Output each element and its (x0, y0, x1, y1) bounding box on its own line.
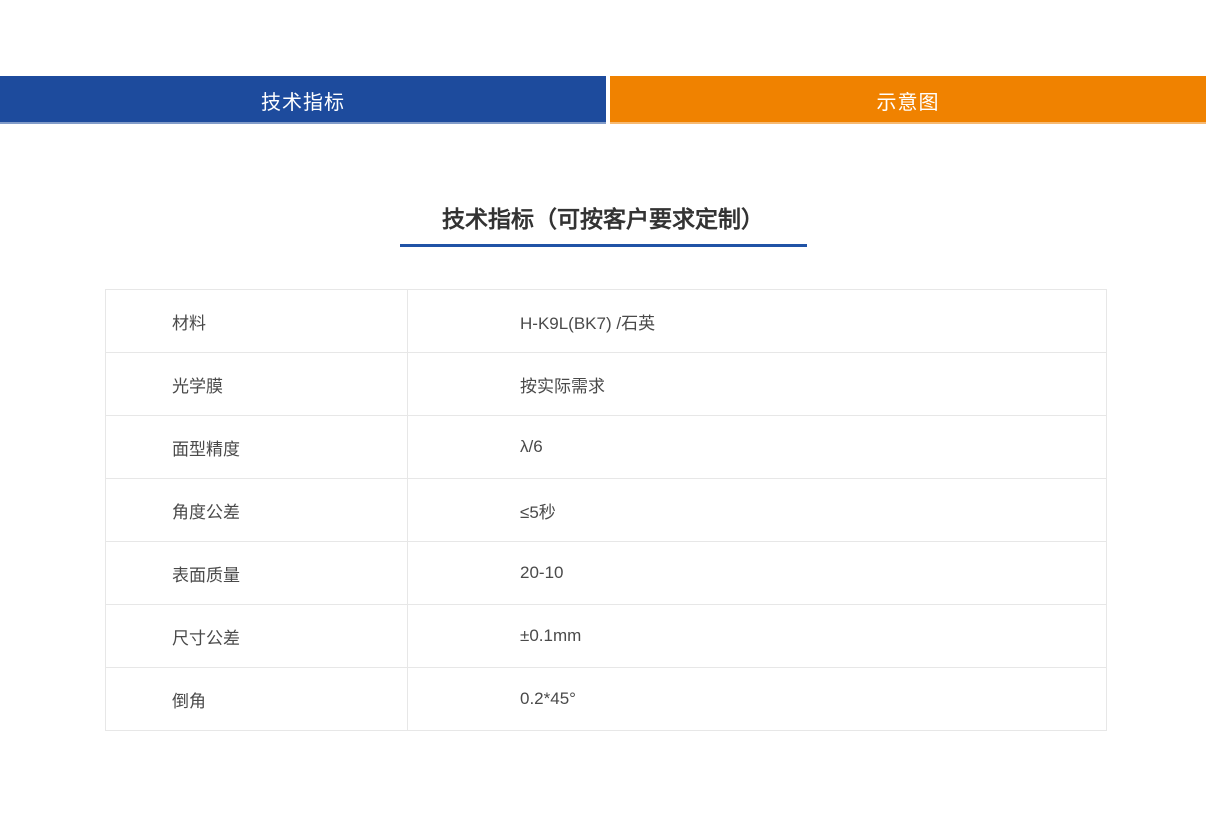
spec-value: 0.2*45° (408, 668, 1107, 731)
title-underline (400, 244, 807, 247)
table-row: 倒角 0.2*45° (106, 668, 1107, 731)
page: 技术指标 示意图 技术指标（可按客户要求定制） 材料 H-K9L(BK7) /石… (0, 0, 1206, 824)
tab-tech-specs[interactable]: 技术指标 (0, 76, 606, 124)
table-row: 面型精度 λ/6 (106, 416, 1107, 479)
spec-table: 材料 H-K9L(BK7) /石英 光学膜 按实际需求 面型精度 λ/6 角度公… (105, 289, 1107, 731)
spec-value: λ/6 (408, 416, 1107, 479)
table-row: 光学膜 按实际需求 (106, 353, 1107, 416)
table-row: 表面质量 20-10 (106, 542, 1107, 605)
table-row: 材料 H-K9L(BK7) /石英 (106, 290, 1107, 353)
spec-label: 面型精度 (106, 416, 408, 479)
spec-value: ±0.1mm (408, 605, 1107, 668)
spec-label: 尺寸公差 (106, 605, 408, 668)
table-row: 尺寸公差 ±0.1mm (106, 605, 1107, 668)
spec-label: 表面质量 (106, 542, 408, 605)
spec-value: ≤5秒 (408, 479, 1107, 542)
table-row: 角度公差 ≤5秒 (106, 479, 1107, 542)
spec-value: 按实际需求 (408, 353, 1107, 416)
spec-label: 材料 (106, 290, 408, 353)
tab-schematic[interactable]: 示意图 (610, 76, 1206, 124)
section-header: 技术指标（可按客户要求定制） (0, 203, 1206, 247)
spec-label: 角度公差 (106, 479, 408, 542)
spec-label: 倒角 (106, 668, 408, 731)
spec-label: 光学膜 (106, 353, 408, 416)
spec-value: 20-10 (408, 542, 1107, 605)
section-title: 技术指标（可按客户要求定制） (0, 203, 1206, 235)
spec-value: H-K9L(BK7) /石英 (408, 290, 1107, 353)
tab-bar: 技术指标 示意图 (0, 76, 1206, 124)
